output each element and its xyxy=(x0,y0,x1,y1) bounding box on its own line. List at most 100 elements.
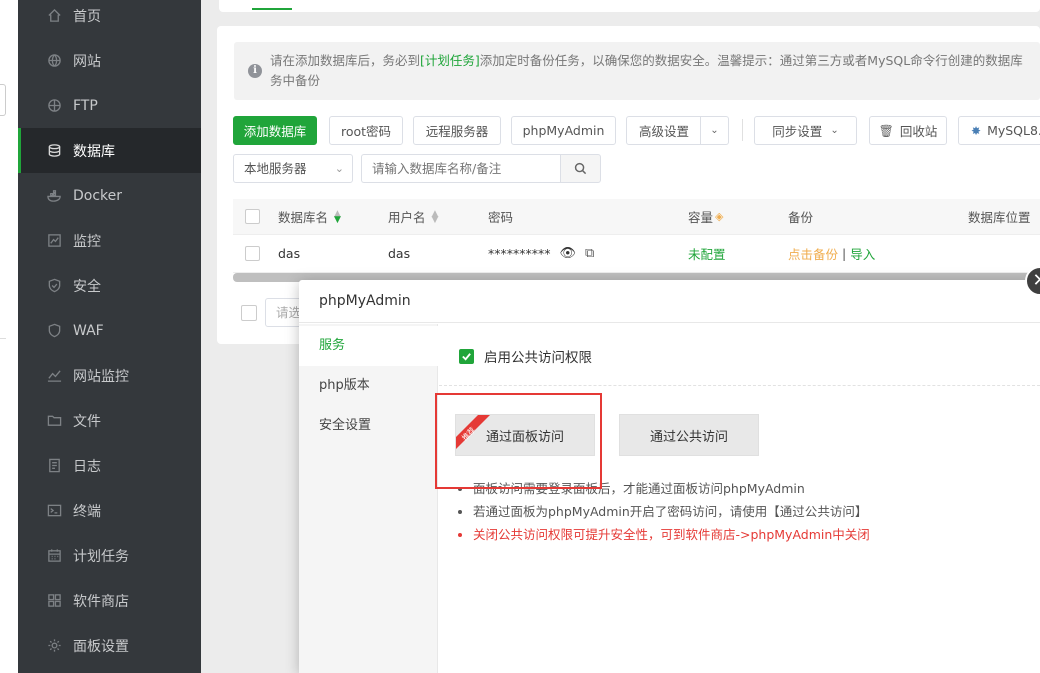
sidebar-item-security[interactable]: 安全 xyxy=(18,263,201,308)
recycle-bin-label: 回收站 xyxy=(899,124,938,139)
sync-settings-label: 同步设置 xyxy=(772,124,823,139)
root-password-button[interactable]: root密码 xyxy=(329,116,403,145)
table-row: das das ********** 👁 ⧉ 未配置 点击备份 | 导入 xyxy=(233,235,1040,273)
divider xyxy=(0,338,6,339)
select-all-checkbox[interactable] xyxy=(245,209,260,224)
recycle-bin-button[interactable]: 🗑 回收站 xyxy=(869,116,947,145)
collapse-tab[interactable] xyxy=(0,84,6,116)
shield-icon xyxy=(46,278,62,294)
sidebar-item-terminal[interactable]: 终端 xyxy=(18,488,201,533)
tab-security-settings[interactable]: 安全设置 xyxy=(299,406,438,446)
left-edge-strip xyxy=(0,0,18,673)
sidebar-item-home[interactable]: 首页 xyxy=(18,0,201,38)
mysql-dolphin-icon: ✸ xyxy=(971,123,982,138)
sync-settings-dropdown[interactable]: 同步设置 ⌄ xyxy=(754,116,857,145)
phpmyadmin-button[interactable]: phpMyAdmin xyxy=(511,116,616,145)
cell-password: ********** 👁 ⧉ xyxy=(488,235,594,272)
tab-service[interactable]: 服务 xyxy=(299,326,439,366)
advanced-settings-dropdown[interactable]: 高级设置 ⌄ xyxy=(626,116,729,145)
sidebar-item-logs[interactable]: 日志 xyxy=(18,443,201,488)
chevron-down-icon[interactable]: ⌄ xyxy=(700,117,728,144)
sidebar-item-label: 面板设置 xyxy=(73,638,129,655)
sidebar-item-settings[interactable]: 面板设置 xyxy=(18,623,201,668)
panel-access-label: 通过面板访问 xyxy=(485,429,564,445)
active-tab-indicator xyxy=(252,8,292,10)
cell-db-name[interactable]: das xyxy=(278,235,300,272)
sidebar-item-label: WAF xyxy=(73,322,104,339)
mysql-version-button[interactable]: ✸ MySQL8. xyxy=(958,116,1040,145)
col-db-name[interactable]: 数据库名 ▲ ▼ xyxy=(278,199,341,234)
docker-icon xyxy=(46,188,62,204)
add-database-button[interactable]: 添加数据库 xyxy=(233,116,317,145)
sidebar-item-database[interactable]: 数据库 xyxy=(18,128,201,173)
sidebar-item-label: 首页 xyxy=(73,8,101,25)
waf-shield-icon xyxy=(46,323,62,339)
chevron-down-icon: ⌄ xyxy=(830,125,839,136)
sidebar: 首页 网站 FTP 数据库 Docker 监控 安全 WAF 网站监控 文件 日… xyxy=(18,0,201,673)
sidebar-item-site-monitor[interactable]: 网站监控 xyxy=(18,353,201,398)
modal-title: phpMyAdmin xyxy=(299,280,1040,323)
sidebar-item-ftp[interactable]: FTP xyxy=(18,83,201,128)
notice-text: 请在添加数据库后，务必到[计划任务]添加定时备份任务，以确保您的数据安全。温馨提… xyxy=(270,51,1040,91)
col-location: 数据库位置 xyxy=(968,210,1031,225)
cron-link[interactable]: [计划任务] xyxy=(420,53,480,68)
gear-icon xyxy=(46,638,62,654)
trash-icon: 🗑 xyxy=(878,123,894,138)
sidebar-item-waf[interactable]: WAF xyxy=(18,308,201,353)
globe-icon xyxy=(46,53,62,69)
ftp-globe-icon xyxy=(46,98,62,114)
checkbox-checked-icon[interactable] xyxy=(459,348,474,364)
folder-icon xyxy=(46,413,62,429)
col-db-name-label: 数据库名 xyxy=(278,210,329,225)
notice-text-pre: 请在添加数据库后，务必到 xyxy=(270,53,421,68)
cell-username: das xyxy=(388,246,411,261)
sidebar-item-docker[interactable]: Docker xyxy=(18,173,201,218)
row-checkbox[interactable] xyxy=(245,246,260,261)
sidebar-item-label: 数据库 xyxy=(73,143,115,160)
col-backup: 备份 xyxy=(788,210,814,225)
sidebar-item-label: Docker xyxy=(73,187,123,204)
recommend-ribbon: 推荐 xyxy=(456,415,490,449)
sidebar-item-files[interactable]: 文件 xyxy=(18,398,201,443)
sidebar-item-app-store[interactable]: 软件商店 xyxy=(18,578,201,623)
sidebar-item-label: 终端 xyxy=(73,503,101,520)
apps-icon xyxy=(46,593,62,609)
tab-php-version[interactable]: php版本 xyxy=(299,366,438,406)
cell-backup: 点击备份 | 导入 xyxy=(788,235,875,272)
phpmyadmin-modal: phpMyAdmin 服务 php版本 安全设置 启用公共访问权限 推荐 通过面… xyxy=(299,280,1040,673)
eye-icon[interactable]: 👁 xyxy=(560,246,577,261)
remote-server-button[interactable]: 远程服务器 xyxy=(413,116,501,145)
backup-link[interactable]: 点击备份 xyxy=(788,244,838,263)
tip-item-warning: 关闭公共访问权限可提升安全性，可到软件商店->phpMyAdmin中关闭 xyxy=(473,523,1033,546)
server-select-value: 本地服务器 xyxy=(244,161,307,176)
sort-icon: ▲ ▼ xyxy=(334,208,341,225)
col-capacity: 容量 ◈ xyxy=(688,199,723,234)
col-username-label: 用户名 xyxy=(388,210,426,225)
sort-icon: ▲ ▼ xyxy=(431,208,439,225)
chart-line-icon xyxy=(46,368,62,384)
table-header: 数据库名 ▲ ▼ 用户名 ▲ ▼ 密码 容量 ◈ 备份 数据库位置 xyxy=(233,199,1040,235)
panel-access-button[interactable]: 推荐 通过面板访问 xyxy=(455,414,595,456)
copy-icon[interactable]: ⧉ xyxy=(585,246,594,261)
calendar-icon xyxy=(46,548,62,564)
modal-nav: 服务 php版本 安全设置 xyxy=(299,324,439,673)
database-search-input[interactable] xyxy=(361,154,561,183)
home-icon xyxy=(46,8,62,24)
cell-capacity[interactable]: 未配置 xyxy=(688,235,726,272)
search-button[interactable] xyxy=(560,154,601,183)
notice-text-line2: 务中备份 xyxy=(270,73,321,88)
sidebar-item-website[interactable]: 网站 xyxy=(18,38,201,83)
public-access-label: 启用公共访问权限 xyxy=(484,350,592,366)
sidebar-item-cron[interactable]: 计划任务 xyxy=(18,533,201,578)
sidebar-item-label: 网站监控 xyxy=(73,368,129,385)
sidebar-item-label: 日志 xyxy=(73,458,101,475)
import-link[interactable]: 导入 xyxy=(850,244,875,263)
database-icon xyxy=(46,143,62,159)
info-icon: i xyxy=(248,64,262,78)
sidebar-item-monitor[interactable]: 监控 xyxy=(18,218,201,263)
batch-select-checkbox[interactable] xyxy=(241,305,257,321)
server-select[interactable]: 本地服务器 ⌄ xyxy=(233,154,353,183)
public-access-toggle[interactable]: 启用公共访问权限 xyxy=(459,346,592,366)
col-username[interactable]: 用户名 ▲ ▼ xyxy=(388,199,438,234)
public-access-button[interactable]: 通过公共访问 xyxy=(619,414,759,456)
